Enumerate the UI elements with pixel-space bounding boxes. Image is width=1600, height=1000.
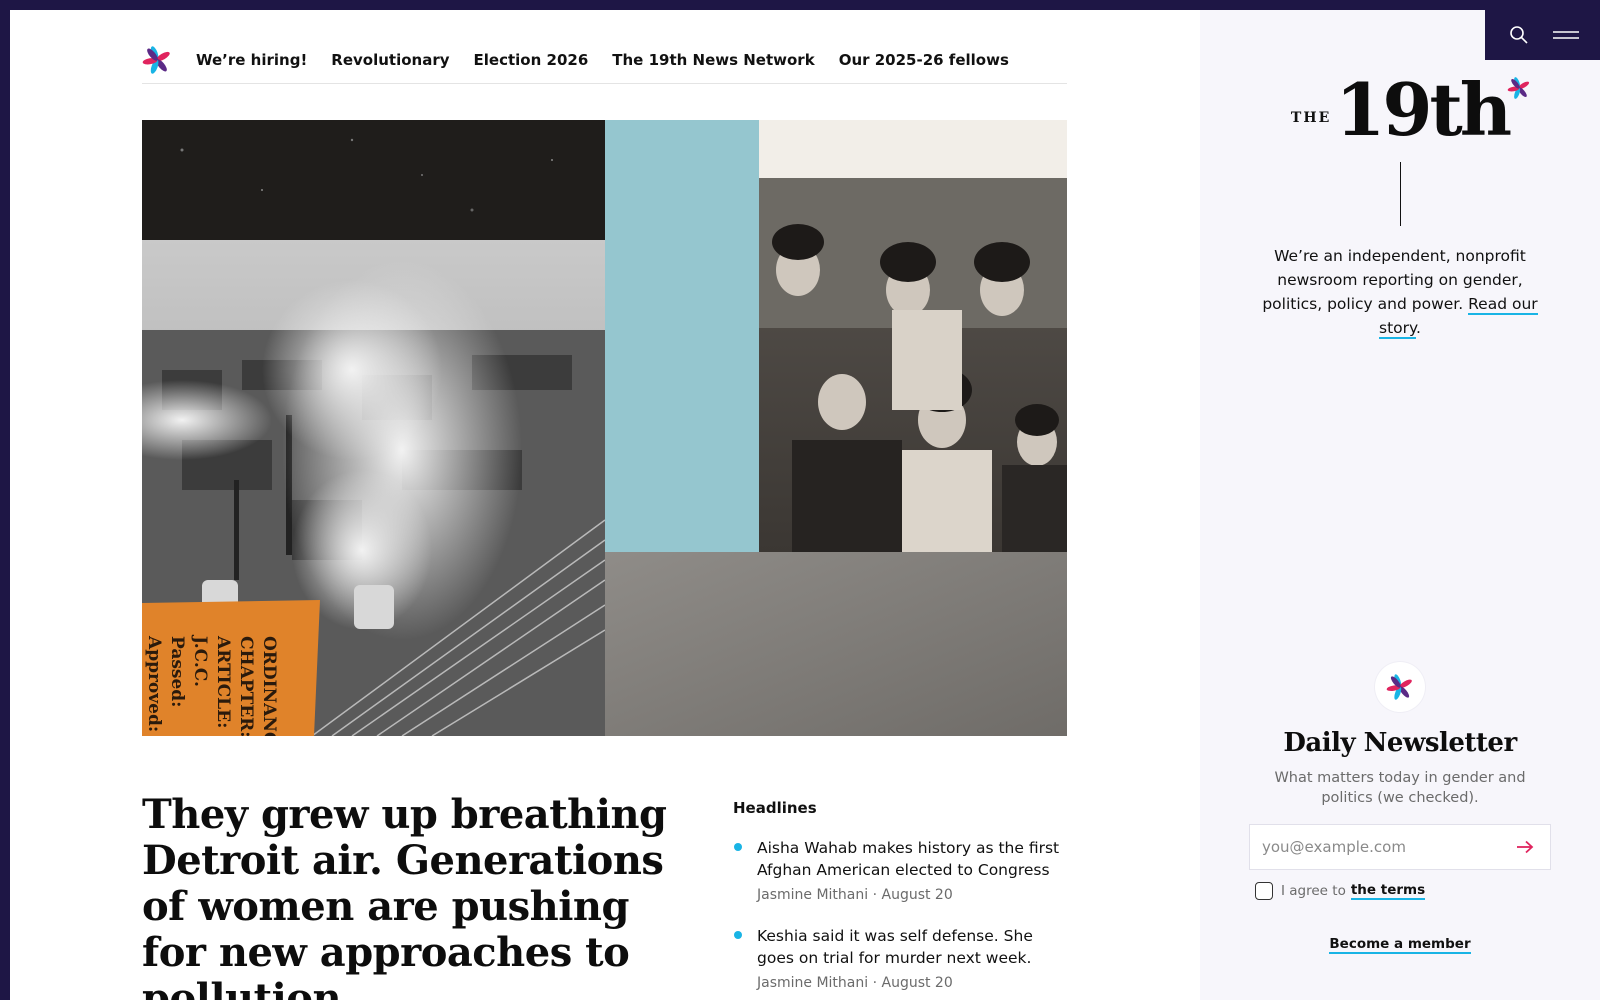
ordinance-line-3: ARTICLE: xyxy=(213,635,233,728)
hero-collage: ORDINANCE CHAPTER: ARTICLE: J.C.C. Passe… xyxy=(142,120,1067,736)
newsletter-description: What matters today in gender and politic… xyxy=(1274,770,1526,806)
newsletter-signup: Daily Newsletter What matters today in g… xyxy=(1245,662,1555,954)
menu-button[interactable] xyxy=(1546,15,1586,55)
site-logo[interactable]: THE 19th xyxy=(1290,67,1530,152)
tagline-end: . xyxy=(1416,319,1421,337)
menu-icon xyxy=(1553,31,1580,39)
terms-link[interactable]: the terms xyxy=(1350,882,1426,900)
subscribe-button[interactable] xyxy=(1512,834,1538,860)
article-headline[interactable]: They grew up breathing Detroit air. Gene… xyxy=(142,792,702,1000)
newsletter-badge xyxy=(1375,662,1425,712)
ordinance-line-1: ORDINANCE xyxy=(259,636,279,736)
headline-link[interactable]: Aisha Wahab makes history as the first A… xyxy=(757,837,1067,881)
search-icon xyxy=(1509,26,1528,44)
become-member-link[interactable]: Become a member xyxy=(1329,936,1471,954)
terms-checkbox[interactable] xyxy=(1255,882,1273,900)
logo-star-icon xyxy=(1507,77,1530,99)
bullet-dot xyxy=(734,931,742,939)
headline-meta: Jasmine Mithani · August 20 xyxy=(757,887,953,903)
brand-divider xyxy=(1399,162,1401,226)
headlines-title: Headlines xyxy=(733,799,817,817)
headline-meta: Jasmine Mithani · August 20 xyxy=(757,975,953,991)
hero-image[interactable]: ORDINANCE CHAPTER: ARTICLE: J.C.C. Passe… xyxy=(142,120,1067,736)
headline-item: Aisha Wahab makes history as the first A… xyxy=(733,837,1067,903)
logo-the: THE xyxy=(1290,110,1332,126)
newsletter-form xyxy=(1249,824,1551,870)
arrow-right-icon xyxy=(1517,840,1534,854)
nav-link-hiring[interactable]: We’re hiring! xyxy=(196,51,307,69)
nav-link-election-2026[interactable]: Election 2026 xyxy=(474,51,589,69)
terms-row: I agree to the terms xyxy=(1249,882,1551,900)
headline-link[interactable]: Keshia said it was self defense. She goe… xyxy=(757,925,1067,969)
headline-item: Keshia said it was self defense. She goe… xyxy=(733,925,1067,991)
top-tools xyxy=(1485,10,1600,60)
nav-link-revolutionary[interactable]: Revolutionary xyxy=(331,51,449,69)
search-button[interactable] xyxy=(1499,15,1539,55)
brand-tagline: We’re an independent, nonprofit newsroom… xyxy=(1250,244,1550,340)
brand-block: THE 19th We’re an independent, nonprofit… xyxy=(1200,70,1600,340)
newsletter-title: Daily Newsletter xyxy=(1283,728,1517,758)
ordinance-line-5: Passed: xyxy=(167,636,187,707)
logo-name: 19th xyxy=(1335,67,1512,152)
ordinance-line-4: J.C.C. xyxy=(190,634,210,687)
terms-prefix: I agree to xyxy=(1281,883,1346,899)
nav-link-fellows[interactable]: Our 2025-26 fellows xyxy=(839,51,1009,69)
email-input[interactable] xyxy=(1262,838,1512,856)
headlines-panel: Headlines Aisha Wahab makes history as t… xyxy=(733,799,1067,1000)
bullet-dot xyxy=(734,843,742,851)
main-column: We’re hiring! Revolutionary Election 202… xyxy=(10,10,1200,1000)
nav-link-news-network[interactable]: The 19th News Network xyxy=(612,51,814,69)
nineteenth-star-icon[interactable] xyxy=(142,45,172,75)
page-frame: We’re hiring! Revolutionary Election 202… xyxy=(10,10,1600,1000)
nineteenth-star-icon xyxy=(1386,674,1412,700)
ordinance-line-2: CHAPTER: xyxy=(236,636,256,736)
ordinance-line-6: Approved: xyxy=(144,635,164,732)
top-nav: We’re hiring! Revolutionary Election 202… xyxy=(142,36,1067,84)
